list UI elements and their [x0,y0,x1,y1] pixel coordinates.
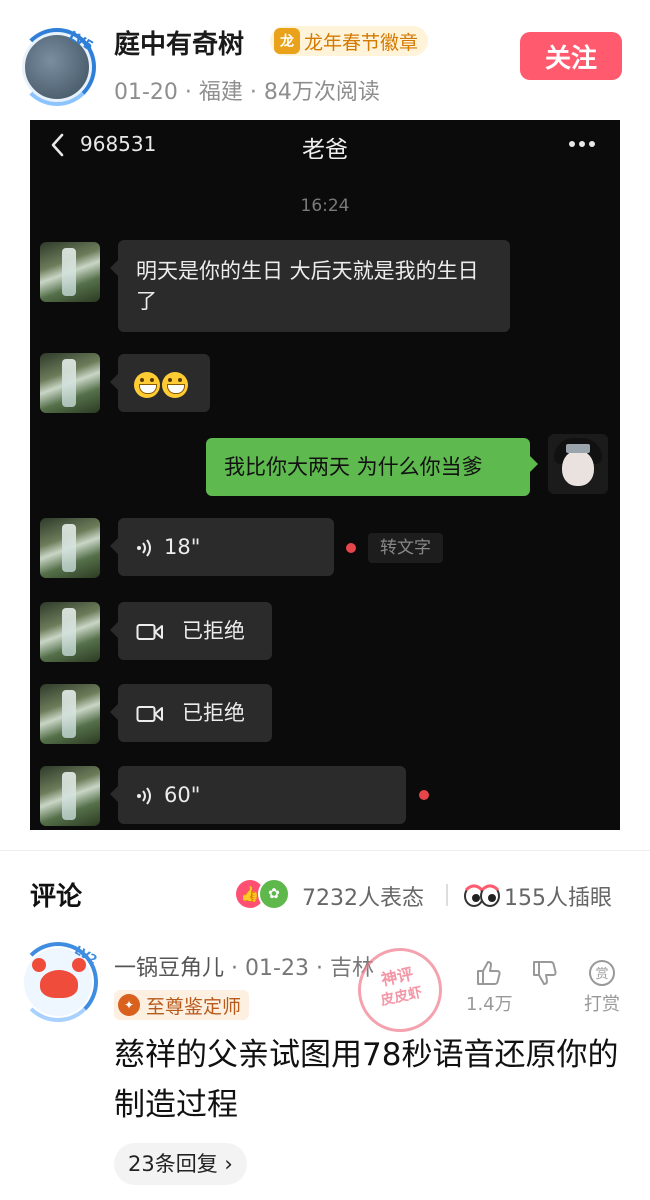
chat-title: 老爸 [302,137,348,163]
video-call-bubble[interactable]: 已拒绝 [110,602,272,660]
author-name[interactable]: 庭中有奇树 [114,24,244,61]
follow-button[interactable]: 关注 [520,32,622,80]
bubble-tail [110,260,118,276]
reactions-count[interactable]: 7232人表态 [302,880,424,912]
video-call-bubble[interactable]: 已拒绝 [110,684,272,742]
bubble-tail [110,786,118,802]
message-text: 我比你大两天 为什么你当爹 [224,455,483,479]
chat-timestamp: 16:24 [300,196,350,216]
festival-badge[interactable]: 龙 龙年春节徽章 [270,26,429,56]
dragon-badge-icon: 龙 [274,28,300,54]
crab-claw [32,958,46,972]
like-count: 1.4万 [466,994,513,1015]
comment-text: 慈祥的父亲试图用78秒语音还原你的制造过程 [114,1037,619,1123]
post-meta: 01-20 · 福建 · 84万次阅读 [114,80,380,105]
grin-emoji-icon [162,372,188,398]
replies-count: 23条回复 [128,1152,218,1176]
call-status: 已拒绝 [182,619,245,643]
meta-dot: · [231,956,246,981]
voice-message-bubble[interactable]: 60" [110,766,406,824]
bubble-tail [110,622,118,638]
post-header: LV5 庭中有奇树 龙 龙年春节徽章 01-20 · 福建 · 84万次阅读 关… [0,0,650,118]
bubble-tail [110,538,118,554]
tip-label: 打赏 [584,994,620,1015]
my-message-bubble: 我比你大两天 为什么你当爹 [206,438,538,496]
thumbs-up-icon [477,961,501,985]
video-camera-icon [136,624,163,640]
commenter-avatar[interactable]: LV2 [18,942,100,1022]
voice-wave-icon [137,787,151,805]
chevron-right-icon: › [217,1152,233,1176]
dad-avatar [40,353,100,413]
comment-date: 01-23 [245,956,309,981]
separator [446,884,448,906]
section-divider [0,850,650,851]
call-status: 已拒绝 [182,701,245,725]
thumbs-down-icon [533,961,557,985]
voice-duration: 18" [164,535,201,559]
role-badge: ✦ 至尊鉴定师 [114,990,250,1020]
unread-dot [346,543,356,553]
view-replies-link[interactable]: 23条回复 › [114,1143,247,1185]
convert-to-text-button[interactable]: 转文字 [368,533,443,563]
video-camera-icon [136,706,163,722]
medal-icon: ✦ [118,994,140,1016]
tip-button[interactable]: 赏 打赏 [584,958,620,1016]
voice-duration: 60" [164,783,201,807]
eye-count[interactable]: 155人插眼 [504,880,612,912]
voice-wave-icon [137,539,151,557]
commenter-name[interactable]: 一锅豆角儿 [114,956,224,981]
comments-title: 评论 [30,882,83,912]
chat-header: 968531 老爸 [30,120,620,170]
palm-reaction-icon: ✿ [258,878,290,910]
svg-text:赏: 赏 [595,967,608,982]
emoji-bubble [110,354,210,412]
crab-body [40,970,78,998]
badge-label: 龙年春节徽章 [304,31,419,54]
message-text: 明天是你的生日 大后天就是我的生日了 [136,259,479,313]
avatar-headband [566,444,590,453]
bubble-tail [110,704,118,720]
grin-emoji-icon [134,372,160,398]
reward-icon: 赏 [589,960,615,986]
dad-avatar [40,518,100,578]
my-avatar [548,434,608,494]
dislike-button[interactable] [530,958,560,990]
eyes-icon[interactable] [464,884,500,908]
role-label: 至尊鉴定师 [146,995,242,1018]
avatar-face [562,450,594,486]
like-button[interactable]: 1.4万 [466,958,513,1016]
more-options-icon [569,141,595,147]
bubble-tail [530,456,538,472]
dad-avatar [40,602,100,662]
author-avatar[interactable]: LV5 [18,28,96,106]
comment-meta: 一锅豆角儿 · 01-23 · 吉林 [114,950,374,982]
meta-dot: · [315,956,330,981]
message-bubble: 明天是你的生日 大后天就是我的生日了 [110,240,510,332]
dad-avatar [40,684,100,744]
chat-screenshot[interactable]: 968531 老爸 16:24 明天是你的生日 大后天就是我的生日了 我比你大两… [30,120,620,830]
unread-dot [419,790,429,800]
bubble-tail [110,374,118,390]
voice-message-bubble[interactable]: 18" [110,518,334,576]
dad-avatar [40,766,100,826]
dad-avatar [40,242,100,302]
reaction-icons[interactable]: 👍 ✿ [236,878,298,910]
